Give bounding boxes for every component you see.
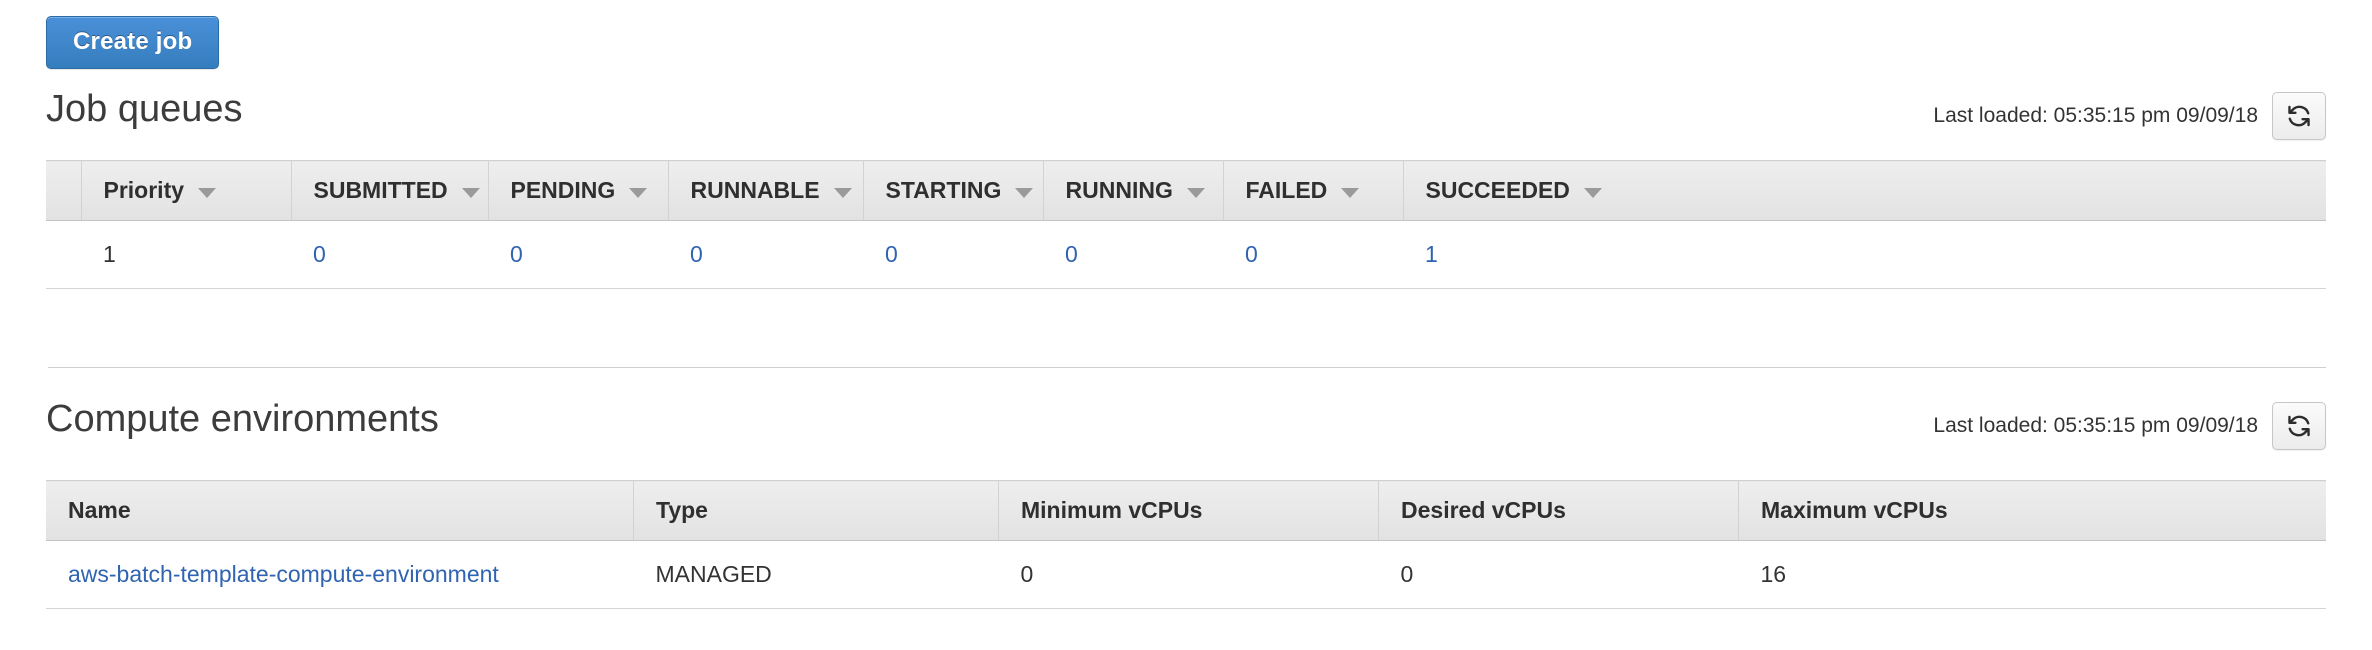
column-header-runnable[interactable]: RUNNABLE <box>668 160 864 221</box>
job-queues-last-loaded: Last loaded: 05:35:15 pm 09/09/18 <box>1933 104 2258 127</box>
create-job-button-wrap: Create job <box>46 16 220 69</box>
job-queues-header-row: Priority SUBMITTED PENDING RUNNABLE STAR… <box>46 160 2326 221</box>
section-divider <box>48 367 2326 368</box>
job-queues-title: Job queues <box>46 88 243 130</box>
table-row[interactable]: aws-batch-template-compute-environment M… <box>46 540 2326 609</box>
column-header-priority[interactable]: Priority <box>81 160 292 221</box>
chevron-down-icon <box>198 187 217 198</box>
link-submitted-count[interactable]: 0 <box>313 241 326 267</box>
link-succeeded-count[interactable]: 1 <box>1425 241 1438 267</box>
column-header-starting[interactable]: STARTING <box>863 160 1044 221</box>
compute-environments-title: Compute environments <box>46 398 439 440</box>
compute-environments-refresh-button[interactable] <box>2272 402 2326 450</box>
table-row[interactable]: 1 0 0 0 0 0 0 1 <box>46 220 2326 289</box>
column-header-failed[interactable]: FAILED <box>1223 160 1404 221</box>
compute-environments-section-header: Compute environments Last loaded: 05:35:… <box>46 400 2326 458</box>
chevron-down-icon <box>629 187 648 198</box>
column-header-name-label: Name <box>68 497 131 523</box>
column-header-type-label: Type <box>656 497 708 523</box>
link-starting-count[interactable]: 0 <box>885 241 898 267</box>
column-header-desired-vcpus-label: Desired vCPUs <box>1401 497 1566 523</box>
column-header-minimum-vcpus-label: Minimum vCPUs <box>1021 497 1203 523</box>
link-runnable-count[interactable]: 0 <box>690 241 703 267</box>
column-header-succeeded[interactable]: SUCCEEDED <box>1403 160 2326 221</box>
chevron-down-icon <box>1015 187 1034 198</box>
compute-environments-last-loaded: Last loaded: 05:35:15 pm 09/09/18 <box>1933 414 2258 437</box>
link-running-count[interactable]: 0 <box>1065 241 1078 267</box>
cell-starting: 0 <box>863 220 1043 289</box>
compute-environments-table: Name Type Minimum vCPUs Desired vCPUs Ma… <box>46 480 2326 609</box>
column-header-desired-vcpus: Desired vCPUs <box>1378 480 1739 541</box>
column-header-name: Name <box>46 480 634 541</box>
cell-submitted: 0 <box>291 220 488 289</box>
compute-environments-status-area: Last loaded: 05:35:15 pm 09/09/18 <box>1933 402 2326 450</box>
cell-maximum-vcpus: 16 <box>1738 540 2326 609</box>
job-queues-table: Priority SUBMITTED PENDING RUNNABLE STAR… <box>46 160 2326 289</box>
cell-pending: 0 <box>488 220 668 289</box>
column-header-running[interactable]: RUNNING <box>1043 160 1224 221</box>
cell-desired-vcpus: 0 <box>1378 540 1739 609</box>
column-header-submitted[interactable]: SUBMITTED <box>291 160 489 221</box>
create-job-button[interactable]: Create job <box>46 16 220 69</box>
cell-compute-environment-type: MANAGED <box>633 540 999 609</box>
cell-runnable: 0 <box>668 220 863 289</box>
column-header-starting-label: STARTING <box>885 177 1002 203</box>
column-header-pending[interactable]: PENDING <box>488 160 669 221</box>
chevron-down-icon <box>1341 187 1360 198</box>
job-queues-refresh-button[interactable] <box>2272 92 2326 140</box>
column-header-maximum-vcpus-label: Maximum vCPUs <box>1761 497 1948 523</box>
cell-running: 0 <box>1043 220 1223 289</box>
compute-environments-header-row: Name Type Minimum vCPUs Desired vCPUs Ma… <box>46 480 2326 541</box>
cell-priority: 1 <box>81 220 291 289</box>
job-queues-status-area: Last loaded: 05:35:15 pm 09/09/18 <box>1933 92 2326 140</box>
aws-batch-dashboard: Create job Job queues Last loaded: 05:35… <box>0 0 2372 650</box>
refresh-icon <box>2286 103 2312 129</box>
column-header-submitted-label: SUBMITTED <box>313 177 448 203</box>
chevron-down-icon <box>833 187 852 198</box>
column-header-priority-label: Priority <box>103 177 185 203</box>
column-header-maximum-vcpus: Maximum vCPUs <box>1738 480 2326 541</box>
job-queue-row-spacer <box>46 220 81 289</box>
column-header-running-label: RUNNING <box>1065 177 1173 203</box>
cell-minimum-vcpus: 0 <box>998 540 1379 609</box>
link-failed-count[interactable]: 0 <box>1245 241 1258 267</box>
cell-succeeded: 1 <box>1403 220 2326 289</box>
link-pending-count[interactable]: 0 <box>510 241 523 267</box>
chevron-down-icon <box>1583 187 1602 198</box>
column-header-succeeded-label: SUCCEEDED <box>1425 177 1570 203</box>
cell-failed: 0 <box>1223 220 1403 289</box>
cell-compute-environment-name: aws-batch-template-compute-environment <box>46 540 634 609</box>
chevron-down-icon <box>1186 187 1205 198</box>
job-queues-spacer-header <box>46 160 82 221</box>
column-header-minimum-vcpus: Minimum vCPUs <box>998 480 1379 541</box>
job-queues-section-header: Job queues Last loaded: 05:35:15 pm 09/0… <box>46 90 2326 148</box>
column-header-type: Type <box>633 480 999 541</box>
link-compute-environment-name[interactable]: aws-batch-template-compute-environment <box>68 561 499 587</box>
refresh-icon <box>2286 413 2312 439</box>
column-header-pending-label: PENDING <box>510 177 616 203</box>
column-header-failed-label: FAILED <box>1245 177 1328 203</box>
chevron-down-icon <box>461 187 480 198</box>
column-header-runnable-label: RUNNABLE <box>690 177 820 203</box>
